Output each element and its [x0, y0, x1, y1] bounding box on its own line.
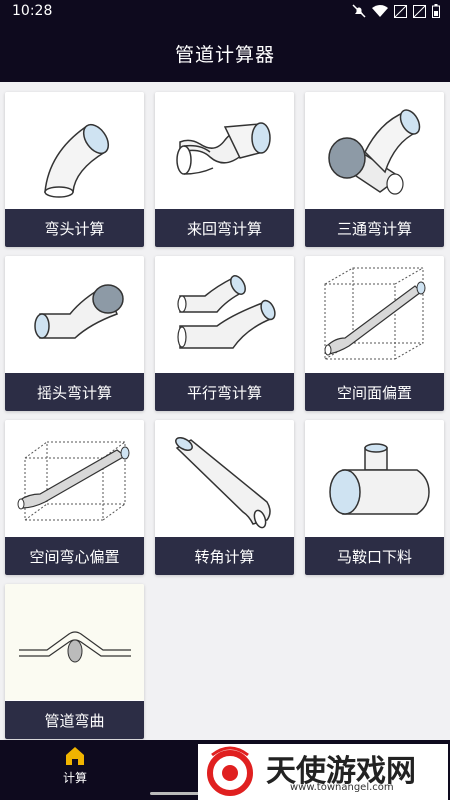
- battery-icon: [432, 4, 440, 18]
- nav-home-label: 计算: [62, 771, 87, 785]
- pipe-bend-icon: [5, 584, 144, 700]
- nav-home-tab[interactable]: 计算: [50, 745, 100, 795]
- card-pipe-bend[interactable]: 管道弯曲: [5, 584, 144, 739]
- card-corner-label: 转角计算: [155, 537, 294, 575]
- card-tee[interactable]: 三通弯计算: [305, 92, 444, 247]
- saddle-pipe-icon: [329, 443, 430, 515]
- card-corner[interactable]: 转角计算: [155, 420, 294, 575]
- watermark-url: www.townangel.com: [290, 782, 394, 793]
- space-bend-offset-icon: [17, 441, 130, 521]
- card-saddle[interactable]: 马鞍口下料: [305, 420, 444, 575]
- tee-pipe-icon: [328, 109, 421, 195]
- card-tee-label: 三通弯计算: [305, 209, 444, 247]
- mute-icon: [352, 4, 366, 18]
- signal-off-icon: [394, 4, 407, 18]
- card-space-bend-offset[interactable]: 空间弯心偏置: [5, 420, 144, 575]
- corner-pipe-icon: [175, 437, 271, 529]
- card-swing-label: 摇头弯计算: [5, 373, 144, 411]
- card-swing[interactable]: 摇头弯计算: [5, 256, 144, 411]
- card-elbow-label: 弯头计算: [5, 209, 144, 247]
- card-parallel-label: 平行弯计算: [155, 373, 294, 411]
- card-elbow[interactable]: 弯头计算: [5, 92, 144, 247]
- calculator-grid: 弯头计算 来回弯计算 三通弯计算 摇头弯计算 平行弯计算 空间面偏置 空间弯心偏…: [0, 82, 450, 740]
- page-title: 管道计算器: [174, 43, 275, 66]
- status-icons: [352, 4, 440, 18]
- home-icon: [66, 747, 84, 765]
- status-time: 10:28: [12, 3, 53, 19]
- swing-pipe-icon: [34, 284, 124, 339]
- townangel-logo: [207, 746, 253, 796]
- status-bar: 10:28: [0, 0, 450, 24]
- signal-off-icon: [413, 4, 426, 18]
- card-space-offset-label: 空间面偏置: [305, 373, 444, 411]
- app-header: 管道计算器: [0, 24, 450, 82]
- offset-pipe-icon: [176, 122, 271, 175]
- card-space-bend-offset-label: 空间弯心偏置: [5, 537, 144, 575]
- card-offset[interactable]: 来回弯计算: [155, 92, 294, 247]
- wifi-icon: [372, 5, 388, 17]
- card-pipe-bend-label: 管道弯曲: [5, 701, 144, 739]
- card-space-offset[interactable]: 空间面偏置: [305, 256, 444, 411]
- space-offset-icon: [324, 267, 426, 360]
- card-offset-label: 来回弯计算: [155, 209, 294, 247]
- card-parallel[interactable]: 平行弯计算: [155, 256, 294, 411]
- card-saddle-label: 马鞍口下料: [305, 537, 444, 575]
- elbow-pipe-icon: [44, 123, 110, 198]
- parallel-pipe-icon: [177, 275, 276, 349]
- watermark: 天使游戏网 www.townangel.com: [198, 744, 448, 800]
